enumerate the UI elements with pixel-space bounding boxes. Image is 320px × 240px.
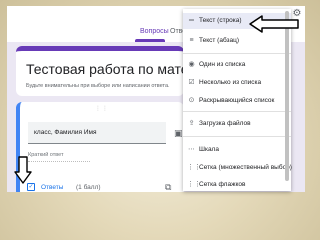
copy-icon[interactable]: ⧉ <box>165 182 171 192</box>
checkbox-grid-icon: ⋮⋮ <box>187 181 201 188</box>
short-answer-placeholder: Краткий ответ <box>28 152 64 158</box>
menu-item-file-upload[interactable]: ⇪ Загрузка файлов <box>183 116 291 132</box>
menu-item-linear-scale[interactable]: ⋯ Шкала <box>183 142 291 158</box>
upload-icon: ⇪ <box>188 120 195 127</box>
menu-divider <box>183 136 291 137</box>
points-label: (1 балл) <box>76 184 101 191</box>
menu-item-radio[interactable]: ◉ Один из списка <box>183 57 291 73</box>
paragraph-icon: ≡ <box>189 37 194 44</box>
active-tab-indicator <box>135 39 165 42</box>
radio-icon: ◉ <box>188 61 195 68</box>
short-answer-line <box>28 161 90 162</box>
question-type-menu: ═ Текст (строка) ≡ Текст (абзац) ◉ Один … <box>183 9 292 193</box>
question-input[interactable]: класс, Фамилия Имя <box>28 122 166 144</box>
question-card[interactable]: ⋮⋮ класс, Фамилия Имя ▣ Краткий ответ ✓ … <box>16 102 184 192</box>
menu-scrollbar[interactable] <box>285 11 289 181</box>
answer-key-icon: ✓ <box>27 183 35 191</box>
form-title[interactable]: Тестовая работа по матема <box>26 61 206 77</box>
pointer-arrow-icon <box>249 15 299 33</box>
menu-item-dropdown[interactable]: ⊙ Раскрывающийся список <box>183 93 291 109</box>
menu-item-grid[interactable]: ⋮⋮ Сетка (множественный выбор) <box>183 160 292 176</box>
menu-item-checkbox-grid[interactable]: ⋮⋮ Сетка флажков <box>183 177 291 193</box>
image-icon[interactable]: ▣ <box>174 128 183 139</box>
grid-icon: ⋮⋮ <box>187 164 201 171</box>
linear-scale-icon: ⋯ <box>188 146 195 153</box>
tab-questions[interactable]: Вопросы <box>140 28 169 35</box>
pointer-arrow-down-icon <box>14 156 32 184</box>
answers-label: Ответы <box>41 184 64 191</box>
checkbox-icon: ☑ <box>188 79 195 86</box>
form-title-card: Тестовая работа по матема Будьте внимате… <box>16 46 206 96</box>
menu-divider <box>183 53 291 54</box>
menu-item-checkbox[interactable]: ☑ Несколько из списка <box>183 75 291 91</box>
menu-divider <box>183 111 291 112</box>
form-description[interactable]: Будьте внимательны при выборе или написа… <box>26 83 170 89</box>
question-text: класс, Фамилия Имя <box>34 129 97 136</box>
short-text-icon: ═ <box>189 17 194 24</box>
dropdown-icon: ⊙ <box>188 97 195 104</box>
drag-handle-icon[interactable]: ⋮⋮ <box>95 105 109 112</box>
menu-item-paragraph[interactable]: ≡ Текст (абзац) <box>183 33 291 49</box>
